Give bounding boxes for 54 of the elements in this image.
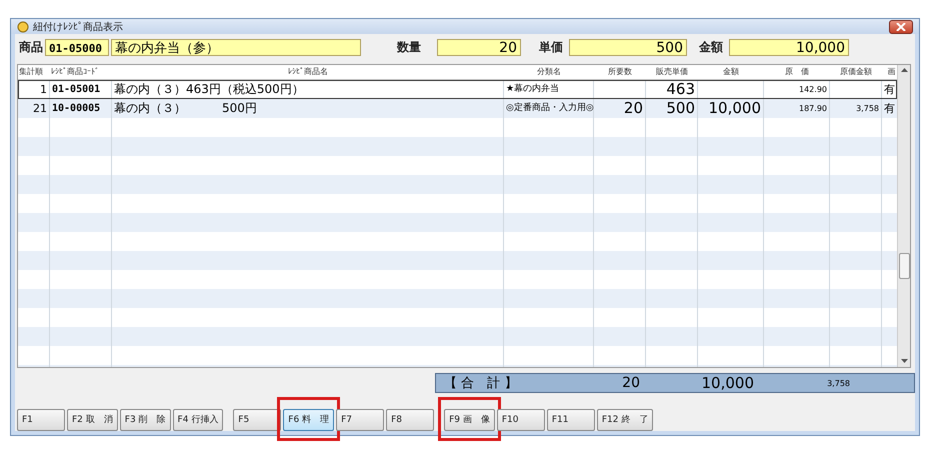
table-cell: 10-00005 xyxy=(50,99,112,118)
table-cell: 10,000 xyxy=(698,99,764,118)
total-quantity: 20 xyxy=(621,375,641,391)
column-header: 原 価 xyxy=(784,66,810,78)
amount-field[interactable]: 10,000 xyxy=(729,38,849,56)
product-name-field[interactable]: 幕の内弁当（参） xyxy=(111,38,361,56)
quantity-label: 数量 xyxy=(397,38,421,56)
column-header: 画 xyxy=(886,66,896,78)
function-key-button[interactable]: F12 終 了 xyxy=(596,408,654,431)
quantity-field[interactable]: 20 xyxy=(437,38,521,56)
vertical-scrollbar[interactable] xyxy=(897,65,910,367)
function-key-button[interactable]: F5 xyxy=(233,409,282,431)
scroll-down-icon xyxy=(900,359,908,364)
close-button[interactable] xyxy=(889,20,913,34)
table-cell: 187.90 xyxy=(764,99,830,118)
function-key-button[interactable]: F8 xyxy=(386,409,434,431)
function-key-button[interactable]: F2 取 消 xyxy=(67,408,118,431)
total-label: 【 合 計 】 xyxy=(443,375,516,392)
table-cell: 20 xyxy=(594,99,646,118)
table-row[interactable]: 1 01-05001 幕の内（３）463円（税込500円） ★幕の内弁当 463 142.90 有 xyxy=(18,80,897,99)
table-cell: 幕の内（３） 500円 xyxy=(112,99,504,118)
table-cell: 500 xyxy=(646,99,698,118)
scroll-thumb[interactable] xyxy=(898,253,910,279)
window-title: 紐付けﾚｼﾋﾟ商品表示 xyxy=(33,20,124,34)
app-icon xyxy=(17,20,29,32)
close-icon xyxy=(896,22,906,30)
function-key-button[interactable]: F1 xyxy=(17,409,65,431)
table-cell: ◎定番商品・入力用◎ xyxy=(504,99,594,118)
table-cell: 3,758 xyxy=(830,99,882,118)
unit-price-field[interactable]: 500 xyxy=(569,38,687,56)
column-header: 原価金額 xyxy=(839,66,873,78)
function-key-button[interactable]: F9 画 像 xyxy=(444,408,495,431)
column-header: 販売単価 xyxy=(655,66,689,78)
total-cost-amount: 3,758 xyxy=(826,378,851,388)
product-label: 商品 xyxy=(19,38,43,56)
column-header: 集計順 xyxy=(18,66,44,78)
unit-price-label: 単価 xyxy=(539,38,563,56)
amount-label: 金額 xyxy=(699,38,723,56)
function-key-button[interactable]: F4 行挿入 xyxy=(172,408,224,431)
product-code-field[interactable]: 01-05000 xyxy=(45,38,109,56)
column-header: 分類名 xyxy=(536,66,562,78)
scroll-up-icon xyxy=(900,68,908,73)
table-row[interactable]: 21 10-00005 幕の内（３） 500円 ◎定番商品・入力用◎ 20 500 10,000 187.90 3,758 有 xyxy=(18,99,897,118)
function-key-button[interactable]: F3 削 除 xyxy=(120,408,171,431)
total-amount: 10,000 xyxy=(700,374,755,392)
column-header: ﾚｼﾋﾟ商品名 xyxy=(287,66,329,78)
function-key-button[interactable]: F11 xyxy=(546,409,595,431)
function-key-button[interactable]: F10 xyxy=(496,409,545,431)
column-header: 金額 xyxy=(722,66,740,78)
function-key-button[interactable]: F6 料 理 xyxy=(283,408,334,431)
column-header: ﾚｼﾋﾟ商品ｺｰﾄﾞ xyxy=(50,66,100,78)
column-header: 所要数 xyxy=(607,66,633,78)
table-cell: 21 xyxy=(18,99,50,118)
function-key-button[interactable]: F7 xyxy=(336,409,384,431)
